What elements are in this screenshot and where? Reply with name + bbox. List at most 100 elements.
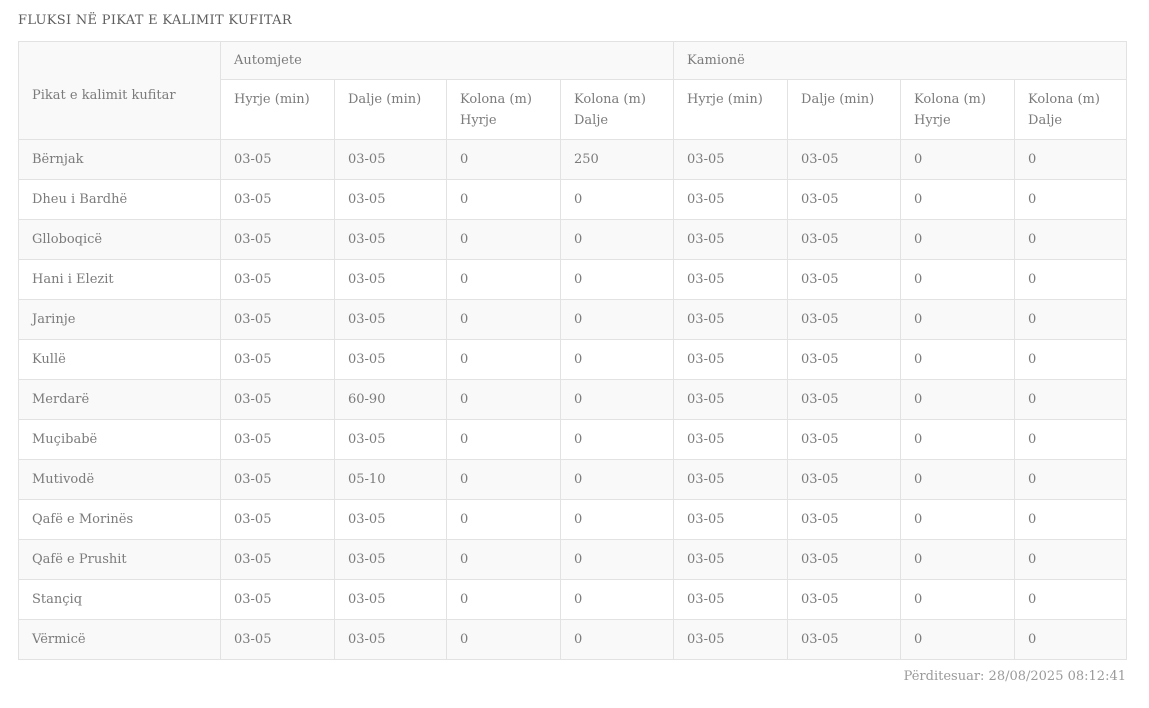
column-header-kolona-dalje-kamion: Kolona (m) Dalje [1014,79,1128,140]
table-row: Hani i Elezit 03-05 03-05 0 0 03-05 03-0… [18,259,1128,300]
row-label: Glloboqicë [18,219,221,260]
cell: 03-05 [673,179,789,220]
table-row: Merdarë 03-05 60-90 0 0 03-05 03-05 0 0 [18,379,1128,420]
cell: 0 [900,219,1016,260]
cell: 03-05 [220,419,335,460]
cell: 03-05 [787,419,902,460]
cell: 250 [559,139,675,180]
column-header-kolona-hyrje-kamion: Kolona (m) Hyrje [900,79,1016,140]
border-crossings-table: Pikat e kalimit kufitar Automjete Kamion… [18,41,1128,660]
table-row: Kullë 03-05 03-05 0 0 03-05 03-05 0 0 [18,339,1128,380]
row-label: Qafë e Morinës [18,499,221,540]
cell: 03-05 [673,539,789,580]
column-header-hyrje-min-auto: Hyrje (min) [220,79,335,140]
cell: 03-05 [787,379,902,420]
cell: 03-05 [334,539,447,580]
column-group-kamione: Kamionë [673,41,1128,80]
cell: 03-05 [787,539,902,580]
cell: 0 [446,619,561,660]
cell: 03-05 [673,339,789,380]
table-group-header-row: Pikat e kalimit kufitar Automjete Kamion… [18,41,1128,140]
cell: 03-05 [673,619,789,660]
table-row: Mutivodë 03-05 05-10 0 0 03-05 03-05 0 0 [18,459,1128,500]
cell: 60-90 [334,379,447,420]
cell: 0 [446,179,561,220]
cell: 03-05 [787,299,902,340]
cell: 03-05 [673,499,789,540]
cell: 03-05 [220,219,335,260]
column-header-kolona-dalje-auto: Kolona (m) Dalje [559,79,675,140]
table-row: Jarinje 03-05 03-05 0 0 03-05 03-05 0 0 [18,299,1128,340]
cell: 03-05 [787,179,902,220]
cell: 03-05 [334,619,447,660]
cell: 0 [559,339,675,380]
cell: 0 [900,539,1016,580]
cell: 0 [1014,579,1128,620]
row-label: Hani i Elezit [18,259,221,300]
cell: 03-05 [673,419,789,460]
row-label: Muçibabë [18,419,221,460]
cell: 0 [446,459,561,500]
cell: 0 [900,619,1016,660]
cell: 0 [559,299,675,340]
cell: 0 [1014,339,1128,380]
cell: 0 [446,339,561,380]
cell: 0 [900,419,1016,460]
cell: 03-05 [334,179,447,220]
cell: 0 [1014,459,1128,500]
column-header-dalje-min-auto: Dalje (min) [334,79,447,140]
cell: 0 [559,419,675,460]
cell: 0 [1014,139,1128,180]
cell: 0 [900,499,1016,540]
cell: 0 [1014,219,1128,260]
cell: 0 [1014,179,1128,220]
cell: 0 [559,259,675,300]
cell: 03-05 [787,139,902,180]
row-label: Vërmicë [18,619,221,660]
cell: 0 [446,539,561,580]
cell: 0 [559,379,675,420]
table-row: Glloboqicë 03-05 03-05 0 0 03-05 03-05 0… [18,219,1128,260]
cell: 03-05 [220,259,335,300]
cell: 0 [900,139,1016,180]
cell: 0 [446,419,561,460]
page: FLUKSI NË PIKAT E KALIMIT KUFITAR Pikat … [0,0,1149,708]
row-label: Jarinje [18,299,221,340]
last-updated-timestamp: Përditesuar: 28/08/2025 08:12:41 [903,669,1126,684]
row-label: Mutivodë [18,459,221,500]
cell: 03-05 [334,299,447,340]
cell: 03-05 [673,459,789,500]
cell: 03-05 [787,499,902,540]
cell: 0 [1014,539,1128,580]
column-header-hyrje-min-kamion: Hyrje (min) [673,79,789,140]
column-header-kolona-hyrje-auto: Kolona (m) Hyrje [446,79,561,140]
cell: 03-05 [787,619,902,660]
page-title: FLUKSI NË PIKAT E KALIMIT KUFITAR [18,13,292,28]
cell: 0 [1014,259,1128,300]
cell: 0 [446,579,561,620]
cell: 0 [1014,299,1128,340]
cell: 03-05 [673,139,789,180]
cell: 03-05 [220,139,335,180]
cell: 0 [900,379,1016,420]
cell: 03-05 [787,459,902,500]
cell: 0 [559,179,675,220]
cell: 03-05 [334,259,447,300]
cell: 0 [559,619,675,660]
table-row: Stançiq 03-05 03-05 0 0 03-05 03-05 0 0 [18,579,1128,620]
row-label: Dheu i Bardhë [18,179,221,220]
cell: 03-05 [334,339,447,380]
cell: 03-05 [673,379,789,420]
table-row: Bërnjak 03-05 03-05 0 250 03-05 03-05 0 … [18,139,1128,180]
cell: 0 [900,179,1016,220]
cell: 05-10 [334,459,447,500]
cell: 03-05 [220,579,335,620]
cell: 0 [1014,619,1128,660]
table-row: Vërmicë 03-05 03-05 0 0 03-05 03-05 0 0 [18,619,1128,660]
cell: 03-05 [673,259,789,300]
column-header-crossing-points: Pikat e kalimit kufitar [18,41,221,140]
cell: 0 [1014,499,1128,540]
column-group-automjete: Automjete [219,41,675,80]
cell: 0 [446,139,561,180]
column-header-dalje-min-kamion: Dalje (min) [787,79,902,140]
